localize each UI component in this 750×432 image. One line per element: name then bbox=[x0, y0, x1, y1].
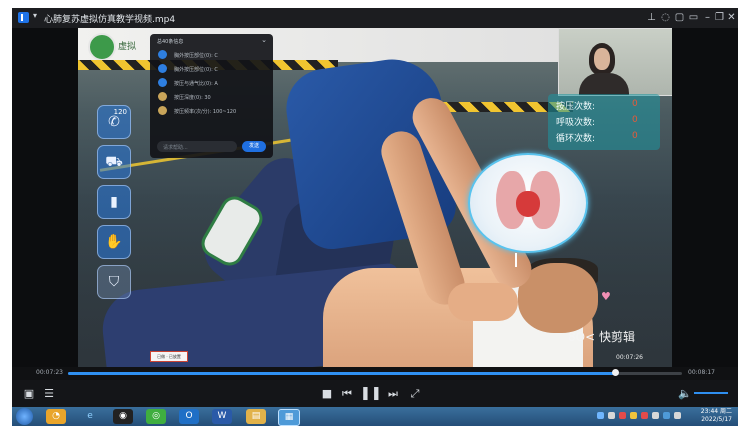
progress-row: 00:07:23 00:08:17 bbox=[12, 367, 738, 380]
tray-icon[interactable] bbox=[608, 412, 615, 419]
tray-icon[interactable] bbox=[663, 412, 670, 419]
list-item[interactable]: 胸外按压部位(0): C bbox=[158, 50, 268, 60]
media-player-icon[interactable]: ▦ bbox=[278, 409, 300, 426]
scene-timestamp: 00:07:26 bbox=[616, 354, 643, 361]
menu-caret-icon[interactable]: ▾ bbox=[33, 11, 37, 20]
gloves-icon: ✋ bbox=[105, 234, 123, 250]
clock-date: 2022/5/17 bbox=[701, 416, 732, 423]
avatar bbox=[158, 64, 167, 73]
list-item[interactable]: 胸外按压部位(0): C bbox=[158, 64, 268, 74]
gloves-button[interactable]: ✋ bbox=[97, 225, 131, 259]
list-item[interactable]: 按压频率(次/分): 100~120 bbox=[158, 106, 268, 116]
pause-button[interactable]: ❚❚ bbox=[360, 385, 382, 402]
compression-count: 0 bbox=[632, 99, 638, 109]
cycle-count: 0 bbox=[632, 131, 638, 141]
site-name: 虚拟 bbox=[118, 42, 137, 52]
seek-bar[interactable] bbox=[68, 369, 682, 376]
send-button[interactable]: 发送 bbox=[242, 141, 266, 152]
folder-icon[interactable]: ▣ bbox=[20, 385, 38, 402]
seek-handle[interactable] bbox=[612, 369, 620, 376]
total-time: 00:08:17 bbox=[688, 369, 715, 376]
message-input[interactable]: 请求帮助... bbox=[157, 141, 237, 152]
pin-icon[interactable]: ⊥ bbox=[644, 10, 659, 25]
player-window: ▾ 心肺复苏虚拟仿真教学视频.mp4 ⊥ ◌ ▢ ▭ – ❐ ✕ 虚拟 ♥ ✆ … bbox=[12, 8, 738, 426]
settings-icon[interactable]: ☰ bbox=[40, 385, 58, 402]
tray-icon[interactable] bbox=[630, 412, 637, 419]
tray-icon[interactable] bbox=[652, 412, 659, 419]
clock[interactable]: 23:44 周二 2022/5/17 bbox=[688, 408, 732, 424]
panel-title: 总40条信息 bbox=[157, 39, 184, 45]
breath-count: 0 bbox=[632, 115, 638, 125]
outlook-icon[interactable]: O bbox=[179, 409, 199, 424]
fullscreen-button[interactable]: ⤢ bbox=[406, 385, 424, 402]
previous-button[interactable]: ⏮ bbox=[338, 385, 356, 402]
avatar bbox=[158, 92, 167, 101]
clock-time: 23:44 周二 bbox=[700, 408, 732, 415]
call-120-button[interactable]: ✆ 120 bbox=[97, 105, 131, 139]
list-item[interactable]: 按压深度(0): 30 bbox=[158, 92, 268, 102]
window-title: 心肺复苏虚拟仿真教学视频.mp4 bbox=[44, 15, 176, 25]
message-panel: 总40条信息 ⌄ 胸外按压部位(0): C 胸外按压部位(0): C 按压与通气… bbox=[150, 34, 273, 158]
tray-icon[interactable] bbox=[619, 412, 626, 419]
avatar bbox=[158, 50, 167, 59]
ie-icon[interactable]: e bbox=[80, 409, 100, 424]
compression-count-label: 按压次数: bbox=[556, 102, 596, 112]
list-item[interactable]: 按压与通气比(0): A bbox=[158, 78, 268, 88]
360-icon[interactable]: ◎ bbox=[146, 409, 166, 424]
taskbar: ◔ e ◉ ◎ O W ▤ ▦ 23:44 周二 2022/5/17 bbox=[12, 407, 738, 426]
watermark: 8O< 快剪辑 bbox=[568, 330, 635, 344]
scene-label: 已做 · 已放置 bbox=[150, 351, 188, 362]
tray-icon[interactable] bbox=[597, 412, 604, 419]
shield-icon: ⛉ bbox=[108, 274, 120, 290]
video-frame: 虚拟 ♥ ✆ 120 ⛟ ▮ ✋ ⛉ 总40条信息 ⌄ 胸外按压部位(0): C… bbox=[78, 28, 672, 367]
current-time: 00:07:23 bbox=[36, 369, 63, 376]
start-button[interactable] bbox=[16, 408, 33, 425]
heart-marker-icon: ♥ bbox=[601, 290, 611, 303]
volume-icon[interactable]: 🔈 bbox=[676, 385, 694, 402]
breath-count-label: 呼吸次数: bbox=[556, 118, 596, 128]
app-logo-icon[interactable] bbox=[18, 12, 29, 23]
title-bar: ▾ 心肺复苏虚拟仿真教学视频.mp4 ⊥ ◌ ▢ ▭ – ❐ ✕ bbox=[12, 8, 738, 28]
control-bar: ▣ ☰ ■ ⏮ ❚❚ ⏭ ⤢ 🔈 bbox=[12, 380, 738, 407]
counter-panel: 按压次数: 0 呼吸次数: 0 循环次数: 0 bbox=[548, 94, 660, 150]
tray-icon[interactable] bbox=[641, 412, 648, 419]
folder-icon[interactable]: ▤ bbox=[246, 409, 266, 424]
mini-mode-icon[interactable]: ▭ bbox=[686, 10, 701, 25]
avatar bbox=[158, 106, 167, 115]
seek-bar-fill bbox=[68, 372, 616, 375]
volume-slider[interactable] bbox=[694, 392, 728, 394]
qq-icon[interactable]: ◉ bbox=[113, 409, 133, 424]
shield-button[interactable]: ⛉ bbox=[97, 265, 131, 299]
skin-icon[interactable]: ◌ bbox=[658, 10, 673, 25]
ambulance-button[interactable]: ⛟ bbox=[97, 145, 131, 179]
aed-icon: ▮ bbox=[110, 194, 118, 210]
webcam-overlay bbox=[558, 28, 672, 96]
feedback-icon[interactable]: ▢ bbox=[672, 10, 687, 25]
word-icon[interactable]: W bbox=[212, 409, 232, 424]
cycle-count-label: 循环次数: bbox=[556, 134, 596, 144]
stop-button[interactable]: ■ bbox=[318, 385, 336, 402]
avatar bbox=[158, 78, 167, 87]
next-button[interactable]: ⏭ bbox=[384, 385, 402, 402]
browser-icon[interactable]: ◔ bbox=[46, 409, 66, 424]
speaker-icon[interactable] bbox=[674, 412, 681, 419]
collapse-icon[interactable]: ⌄ bbox=[261, 36, 267, 44]
video-area[interactable]: 虚拟 ♥ ✆ 120 ⛟ ▮ ✋ ⛉ 总40条信息 ⌄ 胸外按压部位(0): C… bbox=[12, 28, 738, 367]
site-logo-icon bbox=[88, 33, 116, 61]
heart-icon bbox=[516, 191, 540, 217]
aed-button[interactable]: ▮ bbox=[97, 185, 131, 219]
ambulance-icon: ⛟ bbox=[105, 154, 123, 170]
compression-hands bbox=[448, 283, 518, 321]
close-icon[interactable]: ✕ bbox=[724, 10, 738, 25]
